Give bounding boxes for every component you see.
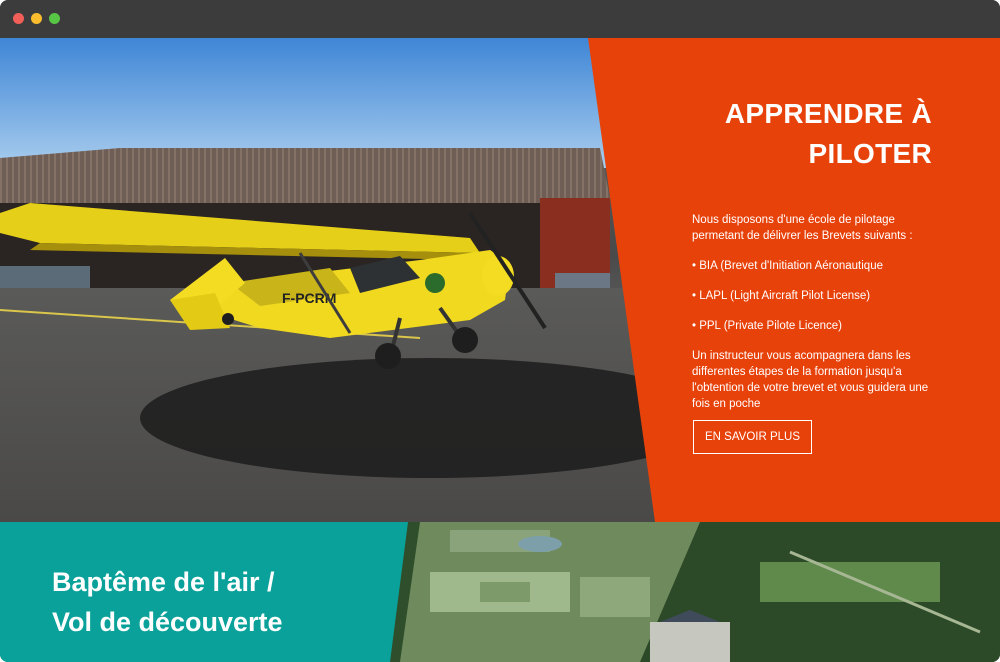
- hero-airplane-photo: F-PCRM: [0, 38, 660, 522]
- panel-outro: Un instructeur vous acompagnera dans les…: [692, 350, 929, 410]
- close-dot[interactable]: [13, 13, 24, 24]
- browser-window: F-PCRM APPRENDRE À PILOTER Nous disposon…: [0, 0, 1000, 662]
- page-viewport: F-PCRM APPRENDRE À PILOTER Nous disposon…: [0, 38, 1000, 662]
- licence-item-lapl: • LAPL (Light Aircraft Pilot License): [692, 290, 871, 302]
- panel-intro: Nous disposons d'une école de pilotage p…: [692, 214, 913, 242]
- discovery-title-line1: Baptême de l'air /: [52, 567, 275, 597]
- licence-item-ppl: • PPL (Private Pilote Licence): [692, 320, 842, 332]
- discovery-title-line2: Vol de découverte: [52, 607, 283, 637]
- window-titlebar: [0, 0, 1000, 38]
- panel-title-line1: APPRENDRE À: [724, 98, 932, 129]
- airplane-illustration: F-PCRM: [0, 38, 660, 522]
- panel-title: APPRENDRE À PILOTER: [692, 94, 932, 174]
- discovery-flight-section: Baptême de l'air / Vol de découverte: [0, 522, 1000, 662]
- learn-to-fly-panel: APPRENDRE À PILOTER Nous disposons d'une…: [692, 88, 942, 412]
- minimize-dot[interactable]: [31, 13, 42, 24]
- learn-more-button[interactable]: EN SAVOIR PLUS: [693, 420, 812, 454]
- licence-list: • BIA (Brevet d'Initiation Aéronautique …: [692, 258, 942, 334]
- discovery-flight-title: Baptême de l'air / Vol de découverte: [52, 562, 283, 642]
- licence-item-bia: • BIA (Brevet d'Initiation Aéronautique: [692, 260, 883, 272]
- maximize-dot[interactable]: [49, 13, 60, 24]
- panel-title-line2: PILOTER: [808, 138, 932, 169]
